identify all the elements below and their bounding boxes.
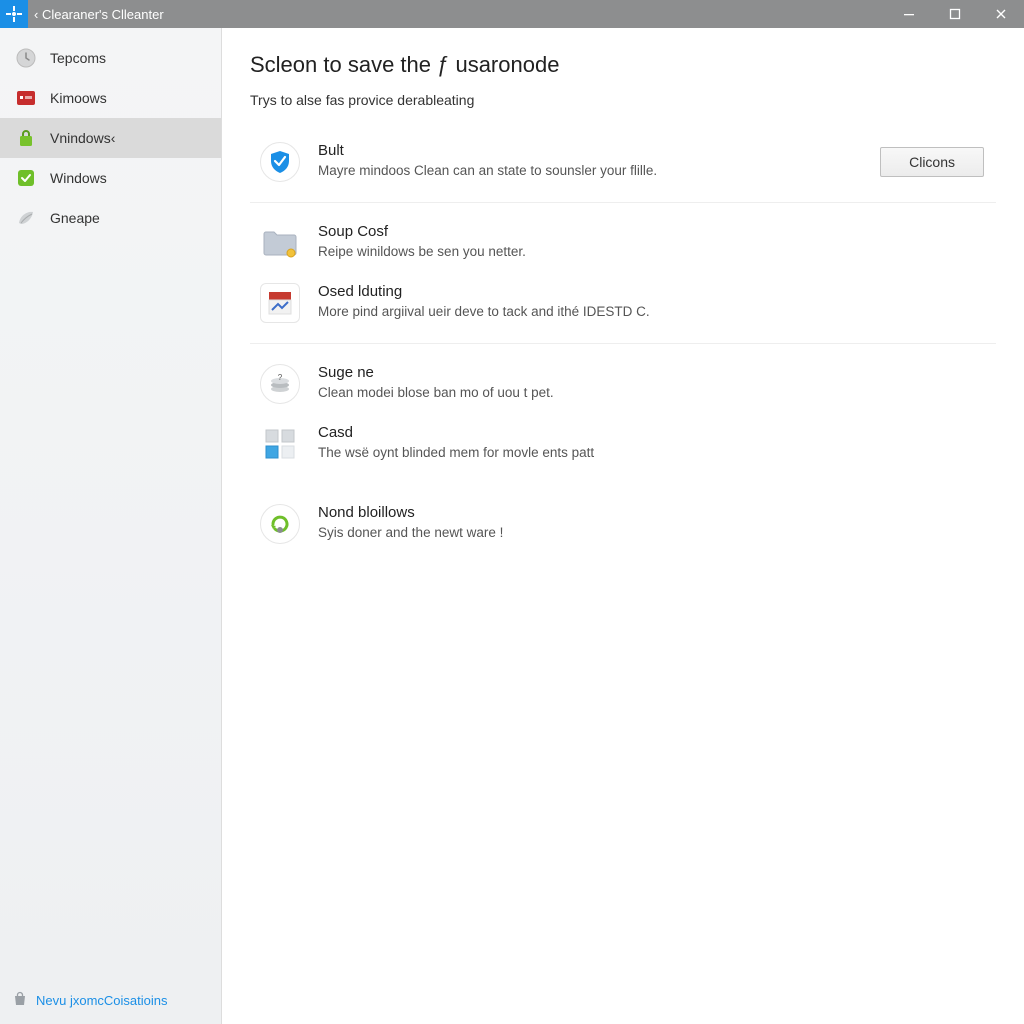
folder-icon (260, 223, 300, 263)
list-item-text: Osed lduting More pind argiival ueir dev… (318, 283, 996, 319)
section-4: Nond bloillows Syis doner and the newt w… (250, 484, 996, 564)
maximize-icon (949, 8, 961, 20)
promo-label: Nevu jxomcCoisatioins (36, 993, 168, 1008)
list-item-title: Soup Cosf (318, 223, 996, 240)
leaf-icon (14, 206, 38, 230)
app-icon (0, 0, 28, 28)
list-item-title: Suge ne (318, 364, 996, 381)
lock-green-icon (14, 126, 38, 150)
list-item-title: Nond bloillows (318, 504, 996, 521)
list-item-desc: Clean modei blose ban mo of uou t pet. (318, 385, 996, 400)
list-item: Osed lduting More pind argiival ueir dev… (250, 273, 996, 333)
list-item-title: Bult (318, 142, 862, 159)
sidebar-item-label: Tepcoms (50, 50, 106, 66)
sidebar-item-label: Kimoows (50, 90, 107, 106)
list-item: Nond bloillows Syis doner and the newt w… (250, 494, 996, 554)
main-panel: Scleon to save the ƒ usaronode Trys to a… (222, 28, 1024, 1024)
close-button[interactable] (978, 0, 1024, 28)
list-item-text: Casd The wsë oynt blinded mem for movle … (318, 424, 996, 460)
list-item: Soup Cosf Reipe winildows be sen you net… (250, 213, 996, 273)
app-red-icon (260, 283, 300, 323)
sidebar-items: Tepcoms Kimoows Vnindows‹ (0, 28, 221, 977)
stack-icon: ? (260, 364, 300, 404)
list-item-text: Suge ne Clean modei blose ban mo of uou … (318, 364, 996, 400)
page-subtitle: Trys to alse fas provice derableating (250, 92, 996, 108)
titlebar: ‹ Clearaner's Clleanter (0, 0, 1024, 28)
sidebar-item-windows[interactable]: Windows (0, 158, 221, 198)
list-item-title: Casd (318, 424, 996, 441)
sidebar-item-tepcoms[interactable]: Tepcoms (0, 38, 221, 78)
section-2: Soup Cosf Reipe winildows be sen you net… (250, 202, 996, 343)
list-item: Bult Mayre mindoos Clean can an state to… (250, 132, 996, 192)
minimize-button[interactable] (886, 0, 932, 28)
sidebar-item-vnindows[interactable]: Vnindows‹ (0, 118, 221, 158)
sidebar: Tepcoms Kimoows Vnindows‹ (0, 28, 222, 1024)
list-item-desc: Syis doner and the newt ware ! (318, 525, 996, 540)
sidebar-item-label: Vnindows‹ (50, 130, 115, 146)
titlebar-title: ‹ Clearaner's Clleanter (28, 7, 886, 22)
section-3: ? Suge ne Clean modei blose ban mo of uo… (250, 343, 996, 484)
window-controls (886, 0, 1024, 28)
tool-green-icon (14, 166, 38, 190)
bag-icon (12, 991, 28, 1010)
svg-text:?: ? (278, 373, 283, 382)
list-item-text: Bult Mayre mindoos Clean can an state to… (318, 142, 862, 178)
sidebar-footer: Nevu jxomcCoisatioins (0, 977, 221, 1024)
app-body: Tepcoms Kimoows Vnindows‹ (0, 28, 1024, 1024)
list-item-desc: The wsë oynt blinded mem for movle ents … (318, 445, 996, 460)
list-item-desc: Reipe winildows be sen you netter. (318, 244, 996, 259)
list-item: Casd The wsë oynt blinded mem for movle … (250, 414, 996, 474)
promo-link[interactable]: Nevu jxomcCoisatioins (12, 991, 209, 1010)
sidebar-item-gneape[interactable]: Gneape (0, 198, 221, 238)
clock-icon (14, 46, 38, 70)
grid-icon (260, 424, 300, 464)
sidebar-item-label: Windows (50, 170, 107, 186)
list-item-text: Soup Cosf Reipe winildows be sen you net… (318, 223, 996, 259)
tile-red-icon (14, 86, 38, 110)
sidebar-item-kimoows[interactable]: Kimoows (0, 78, 221, 118)
app-window: ‹ Clearaner's Clleanter Tepcoms (0, 0, 1024, 1024)
maximize-button[interactable] (932, 0, 978, 28)
list-item-desc: Mayre mindoos Clean can an state to soun… (318, 163, 862, 178)
minimize-icon (903, 8, 915, 20)
page-title: Scleon to save the ƒ usaronode (250, 52, 996, 78)
list-item-title: Osed lduting (318, 283, 996, 300)
sidebar-item-label: Gneape (50, 210, 100, 226)
refresh-green-icon (260, 504, 300, 544)
close-icon (995, 8, 1007, 20)
clicons-button[interactable]: Clicons (880, 147, 984, 177)
section-1: Bult Mayre mindoos Clean can an state to… (250, 122, 996, 202)
list-item: ? Suge ne Clean modei blose ban mo of uo… (250, 354, 996, 414)
shield-blue-icon (260, 142, 300, 182)
list-item-desc: More pind argiival ueir deve to tack and… (318, 304, 996, 319)
list-item-text: Nond bloillows Syis doner and the newt w… (318, 504, 996, 540)
